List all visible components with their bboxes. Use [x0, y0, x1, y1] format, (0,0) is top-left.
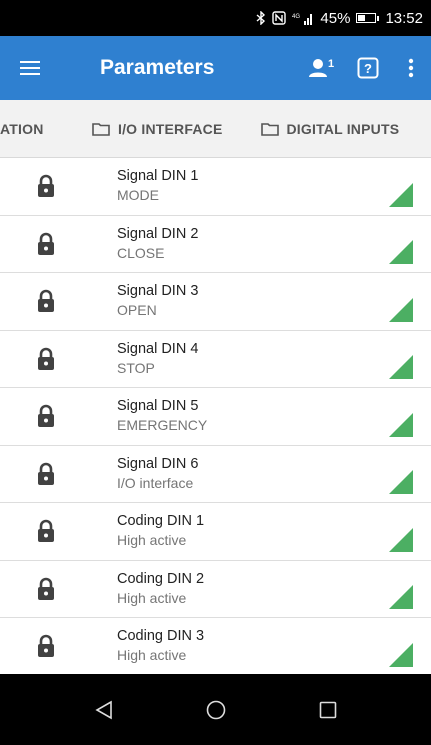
- user-icon: 1: [309, 58, 334, 77]
- battery-percent: 45%: [320, 9, 351, 27]
- list-item-text: Signal DIN 1 MODE: [117, 167, 198, 205]
- corner-triangle-icon: [389, 297, 413, 322]
- status-bar: 4G 45% 13:52: [0, 0, 431, 36]
- parameter-value: STOP: [117, 359, 155, 376]
- svg-text:4G: 4G: [292, 14, 300, 20]
- overflow-menu-button[interactable]: [391, 36, 431, 100]
- user-badge: 1: [328, 58, 334, 70]
- parameter-value: High active: [117, 532, 187, 548]
- corner-triangle-icon: [389, 412, 413, 437]
- parameter-value: OPEN: [117, 302, 157, 318]
- corner-triangle-icon: [389, 240, 413, 264]
- corner-triangle-icon: [389, 585, 413, 609]
- list-item[interactable]: Signal DIN 2 CLOSE: [0, 216, 431, 273]
- battery-fill: [358, 15, 366, 21]
- parameter-value: High active: [117, 647, 187, 663]
- bluetooth-icon: [256, 11, 266, 25]
- parameter-name: Signal DIN 6: [117, 455, 199, 472]
- system-nav-bar: [0, 674, 431, 745]
- app-bar: Parameters 1 ?: [0, 36, 431, 100]
- lock-icon: [38, 405, 54, 428]
- help-icon: ?: [357, 57, 379, 79]
- lock-icon: [38, 520, 54, 543]
- recents-button[interactable]: [313, 695, 343, 725]
- list-item-text: Signal DIN 2 CLOSE: [117, 225, 198, 263]
- list-item[interactable]: Signal DIN 3 OPEN: [0, 273, 431, 331]
- parameter-value: I/O interface: [117, 474, 194, 491]
- menu-button[interactable]: [0, 36, 60, 100]
- list-item[interactable]: Signal DIN 6 I/O interface: [0, 446, 431, 503]
- list-item-text: Coding DIN 2 High active: [117, 570, 204, 608]
- breadcrumb-item-previous[interactable]: ATION: [0, 100, 60, 157]
- list-item-text: Coding DIN 1 High active: [117, 512, 204, 550]
- parameter-value: MODE: [117, 187, 159, 203]
- list-item-text: Coding DIN 3 High active: [117, 627, 204, 665]
- lock-icon: [38, 462, 54, 485]
- signal-icon: 4G: [292, 14, 313, 25]
- breadcrumb-item-digital-inputs[interactable]: DIGITAL INPUTS: [260, 100, 400, 157]
- help-button[interactable]: ?: [345, 36, 391, 100]
- parameter-name: Signal DIN 4: [117, 340, 199, 357]
- breadcrumb: ATION I/O INTERFACE DIGITAL INPUTS: [0, 100, 431, 158]
- parameter-value: CLOSE: [117, 244, 165, 261]
- lock-icon: [38, 347, 54, 370]
- lock-icon: [38, 290, 54, 313]
- recents-icon: [319, 701, 336, 718]
- parameter-name: Signal DIN 1: [117, 168, 199, 184]
- page-title: Parameters: [100, 56, 215, 79]
- corner-triangle-icon: [389, 642, 413, 667]
- parameter-name: Coding DIN 3: [117, 628, 205, 644]
- parameter-name: Signal DIN 5: [117, 398, 199, 414]
- folder-icon: [260, 122, 279, 136]
- clock: 13:52: [385, 9, 423, 27]
- parameter-list: Signal DIN 1 MODE Signal DIN 2 CLOSE Signal …: [0, 158, 431, 674]
- list-item[interactable]: Coding DIN 3 High active: [0, 618, 431, 674]
- back-icon: [94, 700, 112, 719]
- corner-triangle-icon: [389, 527, 413, 552]
- battery-icon: [356, 13, 380, 23]
- list-item-text: Signal DIN 3 OPEN: [117, 282, 198, 320]
- user-button[interactable]: 1: [299, 36, 345, 100]
- corner-triangle-icon: [389, 355, 413, 379]
- breadcrumb-item-io-interface[interactable]: I/O INTERFACE: [92, 100, 223, 157]
- list-item-text: Signal DIN 4 STOP: [117, 340, 198, 378]
- lock-icon: [38, 577, 54, 600]
- parameter-name: Signal DIN 3: [117, 283, 199, 299]
- parameter-value: High active: [117, 589, 187, 606]
- list-item[interactable]: Signal DIN 1 MODE: [0, 158, 431, 216]
- nfc-icon: [272, 11, 287, 25]
- breadcrumb-label: I/O INTERFACE: [118, 120, 223, 137]
- parameter-value: EMERGENCY: [117, 417, 208, 433]
- more-vert-icon: [408, 58, 414, 78]
- back-button[interactable]: [89, 695, 119, 725]
- lock-icon: [38, 175, 54, 198]
- corner-triangle-icon: [389, 470, 413, 494]
- list-item-text: Signal DIN 6 I/O interface: [117, 455, 198, 493]
- list-item-text: Signal DIN 5 EMERGENCY: [117, 397, 207, 435]
- home-icon: [206, 700, 225, 719]
- list-item[interactable]: Coding DIN 2 High active: [0, 561, 431, 618]
- breadcrumb-label: DIGITAL INPUTS: [286, 120, 400, 137]
- parameter-name: Coding DIN 1: [117, 513, 205, 529]
- folder-icon: [92, 122, 110, 136]
- lock-icon: [38, 232, 54, 255]
- list-item[interactable]: Signal DIN 4 STOP: [0, 331, 431, 388]
- breadcrumb-label: ATION: [0, 120, 44, 137]
- svg-text:?: ?: [364, 61, 372, 76]
- corner-triangle-icon: [389, 182, 413, 207]
- parameter-name: Signal DIN 2: [117, 225, 199, 242]
- lock-icon: [38, 635, 54, 658]
- list-item[interactable]: Signal DIN 5 EMERGENCY: [0, 388, 431, 446]
- hamburger-icon: [20, 61, 40, 75]
- list-item[interactable]: Coding DIN 1 High active: [0, 503, 431, 561]
- parameter-name: Coding DIN 2: [117, 570, 205, 587]
- home-button[interactable]: [201, 695, 231, 725]
